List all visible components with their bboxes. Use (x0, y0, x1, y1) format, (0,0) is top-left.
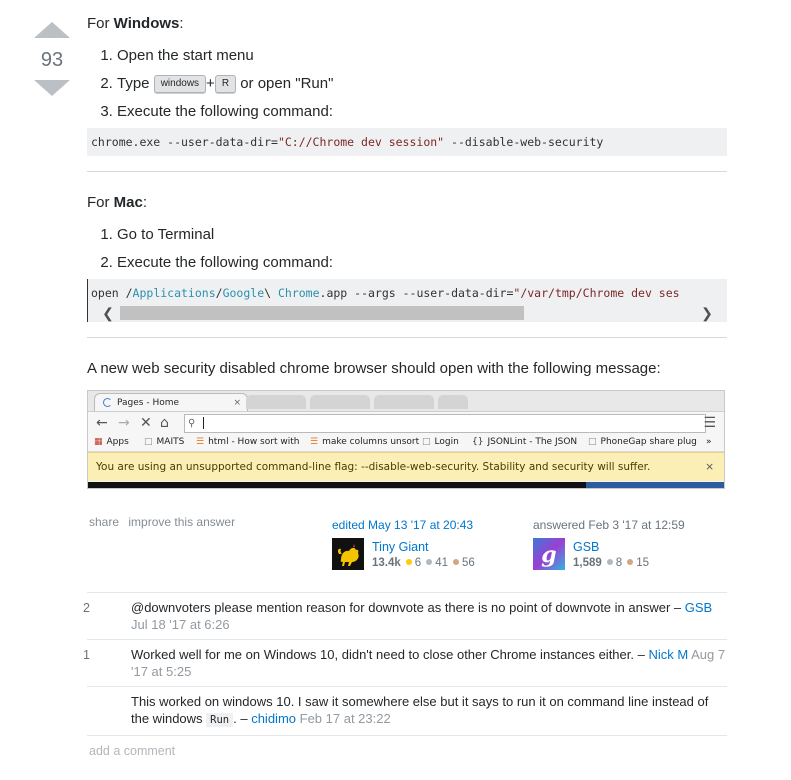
apps-grid-icon: ▦ (94, 437, 103, 447)
loading-spinner-icon (103, 398, 112, 407)
braces-icon: {} (472, 437, 484, 447)
scroll-left-icon[interactable]: ❮ (98, 304, 118, 322)
owner-signature: answered Feb 3 '17 at 12:59 g GSB 1,589 8… (533, 518, 723, 574)
comment-user[interactable]: Nick M (648, 647, 688, 662)
owner-reputation: 1,589 8 15 (573, 557, 649, 569)
share-link[interactable]: share (89, 515, 119, 529)
comment-text: Worked well for me on Windows 10, didn't… (131, 647, 634, 662)
identicon-icon: g (533, 538, 565, 570)
stackoverflow-icon: ☰ (310, 437, 319, 447)
post-menu: share improve this answer (89, 515, 241, 529)
stop-icon: ✕ (140, 415, 152, 431)
forward-arrow-icon: → (118, 415, 130, 431)
gold-badge-icon (405, 559, 412, 566)
stackoverflow-icon: ☰ (196, 437, 205, 447)
downvote-arrow-icon[interactable] (34, 80, 70, 96)
separator (87, 337, 727, 338)
comment-user[interactable]: GSB (685, 600, 712, 615)
bookmarks-overflow: » (706, 437, 712, 447)
editor-name[interactable]: Tiny Giant (372, 540, 429, 554)
mac-heading: For Mac: (87, 194, 148, 211)
bookmark-make-columns: ☰ make columns unsort (310, 434, 419, 451)
avatar[interactable] (332, 538, 364, 570)
menu-icon: ☰ (703, 415, 716, 431)
bookmarks-bar: ▦ Apps □ MAITS ☰ html - How sort with ☰ make… (88, 434, 724, 452)
mac-code-block[interactable]: open /Applications/Google\ Chrome.app --… (87, 279, 727, 322)
comment-date[interactable]: Feb 17 at 23:22 (300, 711, 391, 726)
windows-heading: For Windows: (87, 15, 184, 32)
svg-text:g: g (541, 542, 556, 568)
windows-step-1: Open the start menu (117, 46, 727, 66)
avatar[interactable]: g (533, 538, 565, 570)
mac-step-1: Go to Terminal (117, 225, 727, 245)
warning-text: You are using an unsupported command-lin… (96, 461, 651, 473)
tab-title: Pages - Home (117, 398, 180, 408)
comment-date[interactable]: Jul 18 '17 at 6:26 (131, 617, 230, 632)
windows-code-block: chrome.exe --user-data-dir="C://Chrome d… (87, 128, 727, 156)
silver-badge-icon (426, 559, 433, 566)
mac-steps: Go to Terminal Execute the following com… (87, 225, 727, 273)
silver-badge-icon (606, 559, 613, 566)
search-icon: ⚲ (188, 418, 196, 429)
horizontal-scrollbar[interactable]: ❮ ❯ (88, 304, 727, 322)
page-icon: □ (588, 437, 597, 447)
bookmark-login: □ Login (422, 434, 459, 451)
improve-answer-link[interactable]: improve this answer (128, 515, 235, 529)
scroll-right-icon[interactable]: ❯ (697, 304, 717, 322)
home-icon: ⌂ (160, 415, 169, 431)
bookmark-phonegap: □ PhoneGap share plug (588, 434, 697, 451)
address-bar: ⚲ (184, 414, 706, 433)
comment-text: @downvoters please mention reason for do… (131, 600, 671, 615)
comment-score: 2 (83, 601, 90, 615)
comment-score: 1 (83, 648, 90, 662)
upvote-arrow-icon[interactable] (34, 22, 70, 38)
vote-cell: 93 (30, 22, 74, 96)
kbd-r: R (214, 75, 237, 94)
separator (87, 171, 727, 172)
answered-timestamp: answered Feb 3 '17 at 12:59 (533, 518, 685, 532)
message-intro: A new web security disabled chrome brows… (87, 360, 661, 377)
bronze-badge-icon (452, 559, 459, 566)
bookmark-jsonlint: {} JSONLint - The JSON (472, 434, 577, 451)
rooster-icon (332, 538, 364, 570)
bookmark-apps: ▦ Apps (94, 434, 129, 451)
inline-code: Run (206, 713, 234, 727)
bookmark-maits: □ MAITS (144, 434, 184, 451)
add-comment-link[interactable]: add a comment (89, 744, 175, 758)
comment-user[interactable]: chidimo (251, 711, 296, 726)
vote-count: 93 (40, 49, 64, 71)
comment: This worked on windows 10. I saw it some… (87, 687, 727, 736)
answer-body: For Windows: Open the start menu Type wi… (87, 14, 727, 489)
browser-tab: Pages - Home × (94, 393, 248, 412)
chrome-screenshot-image: Pages - Home × ← → ✕ ⌂ ⚲ ☰ ▦ Apps □ MAITS … (87, 390, 725, 489)
bronze-badge-icon (627, 559, 634, 566)
bookmark-html-sort: ☰ html - How sort with (196, 434, 299, 451)
security-warning-infobar: You are using an unsupported command-lin… (88, 452, 724, 481)
comment: 2 @downvoters please mention reason for … (83, 592, 727, 640)
tab-close-icon: × (233, 398, 241, 408)
windows-step-3: Execute the following command: (117, 102, 727, 122)
back-arrow-icon: ← (96, 415, 108, 431)
scrollbar-thumb[interactable] (120, 306, 524, 320)
kbd-windows: windows (153, 75, 207, 94)
mac-step-2: Execute the following command: (117, 253, 727, 273)
page-icon: □ (144, 437, 153, 447)
windows-step-2: Type windows+R or open "Run" (117, 74, 727, 94)
comments-list: 2 @downvoters please mention reason for … (83, 592, 727, 736)
edited-timestamp[interactable]: edited May 13 '17 at 20:43 (332, 518, 522, 532)
comment: 1 Worked well for me on Windows 10, didn… (83, 640, 727, 687)
owner-name[interactable]: GSB (573, 540, 599, 554)
page-icon: □ (422, 437, 431, 447)
windows-steps: Open the start menu Type windows+R or op… (87, 46, 727, 122)
editor-reputation: 13.4k 6 41 56 (372, 557, 475, 569)
editor-signature: edited May 13 '17 at 20:43 Tiny Giant 13… (332, 518, 522, 574)
infobar-close-icon: × (705, 461, 714, 473)
